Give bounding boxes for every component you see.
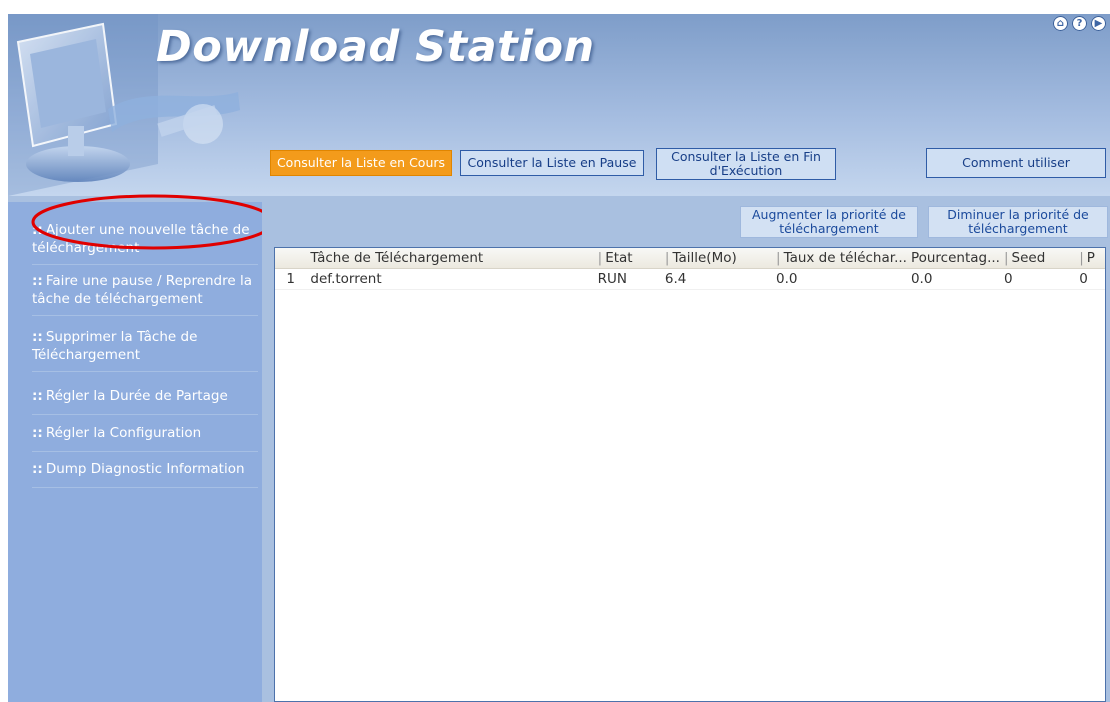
cell-download-rate: 0.0: [772, 268, 907, 290]
sidebar-item-delete-task[interactable]: :: Supprimer la Tâche de Téléchargement: [32, 328, 258, 372]
home-icon[interactable]: ⌂: [1053, 16, 1068, 31]
bullet-icon: ::: [32, 329, 43, 345]
cell-p: 0: [1075, 268, 1105, 290]
cell-percentage: 0.0: [906, 268, 1000, 290]
header-banner: Download Station ⌂ ? ▶ Consulter la List…: [8, 14, 1110, 196]
tab-liste-fin-execution[interactable]: Consulter la Liste en Fin d'Exécution: [656, 148, 836, 180]
row-number: 1: [275, 268, 307, 290]
column-header-seed[interactable]: | Seed: [999, 248, 1076, 269]
sidebar-item-label: Faire une pause / Reprendre la tâche de …: [32, 273, 252, 307]
sidebar-item-label: Dump Diagnostic Information: [45, 461, 245, 477]
table-header-row: Tâche de Téléchargement | Etat | Taille(Mo…: [275, 248, 1105, 269]
column-header-percentage[interactable]: Pourcentag...: [906, 248, 1000, 269]
row-number-header: [275, 248, 307, 269]
sidebar-item-label: Régler la Configuration: [45, 425, 202, 441]
column-header-download-rate[interactable]: | Taux de téléchar...: [772, 248, 907, 269]
sidebar-item-sharing-duration[interactable]: :: Régler la Durée de Partage: [32, 387, 258, 415]
next-icon[interactable]: ▶: [1091, 16, 1106, 31]
download-task-table: Tâche de Téléchargement | Etat | Taille(Mo…: [274, 247, 1106, 702]
app-title: Download Station: [156, 22, 595, 72]
cell-task-name: def.torrent: [306, 268, 594, 290]
bullet-icon: ::: [32, 273, 43, 289]
task-grid: Tâche de Téléchargement | Etat | Taille(Mo…: [275, 248, 1105, 290]
bullet-icon: ::: [32, 425, 43, 441]
sidebar-item-configuration[interactable]: :: Régler la Configuration: [32, 424, 258, 452]
sidebar-item-label: Régler la Durée de Partage: [45, 388, 228, 404]
cell-state: RUN: [593, 268, 661, 290]
tab-liste-en-cours[interactable]: Consulter la Liste en Cours: [270, 150, 452, 176]
sidebar-item-dump-diagnostic[interactable]: :: Dump Diagnostic Information: [32, 460, 258, 488]
sidebar-item-label: Supprimer la Tâche de Téléchargement: [32, 329, 198, 363]
tab-liste-en-pause[interactable]: Consulter la Liste en Pause: [460, 150, 644, 176]
bullet-icon: ::: [32, 388, 43, 404]
column-header-size[interactable]: | Taille(Mo): [660, 248, 772, 269]
bullet-icon: ::: [32, 222, 43, 238]
decrease-priority-button[interactable]: Diminuer la priorité de téléchargement: [928, 206, 1108, 238]
cell-seed: 0: [999, 268, 1076, 290]
sidebar: :: Ajouter une nouvelle tâche de téléchar…: [8, 202, 262, 702]
cell-size: 6.4: [660, 268, 772, 290]
priority-toolbar: Augmenter la priorité de téléchargement …: [262, 202, 1110, 246]
column-header-state[interactable]: | Etat: [593, 248, 661, 269]
column-header-p[interactable]: | P: [1075, 248, 1105, 269]
sidebar-item-pause-resume[interactable]: :: Faire une pause / Reprendre la tâche d…: [32, 272, 258, 316]
sidebar-item-add-task[interactable]: :: Ajouter une nouvelle tâche de téléchar…: [32, 221, 258, 265]
download-station-window: Download Station ⌂ ? ▶ Consulter la List…: [8, 14, 1110, 702]
tab-comment-utiliser[interactable]: Comment utiliser: [926, 148, 1106, 178]
table-row[interactable]: 1 def.torrent RUN 6.4 0.0 0.0 0 0: [275, 268, 1105, 290]
help-icon[interactable]: ?: [1072, 16, 1087, 31]
sidebar-item-label: Ajouter une nouvelle tâche de télécharge…: [32, 222, 250, 256]
bullet-icon: ::: [32, 461, 43, 477]
column-header-task[interactable]: Tâche de Téléchargement: [306, 248, 594, 269]
increase-priority-button[interactable]: Augmenter la priorité de téléchargement: [740, 206, 918, 238]
